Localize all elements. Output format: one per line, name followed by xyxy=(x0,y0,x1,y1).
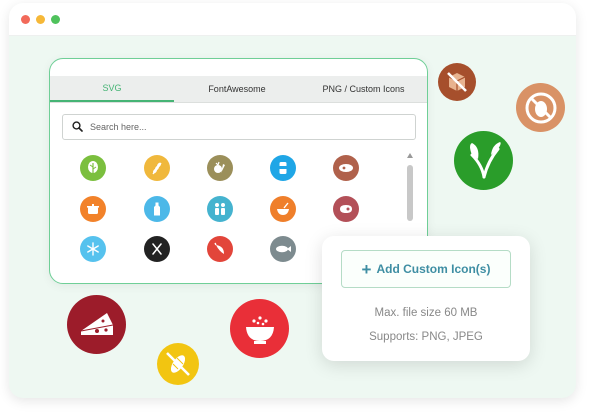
bowl-icon[interactable] xyxy=(270,196,296,222)
noodle-bowl-icon xyxy=(230,299,289,358)
ham-icon[interactable] xyxy=(333,155,359,181)
milk-bottle-icon[interactable] xyxy=(144,196,170,222)
scrollbar-thumb[interactable] xyxy=(407,165,413,221)
close-window-button[interactable] xyxy=(21,15,30,24)
add-custom-icon-button[interactable]: + Add Custom Icon(s) xyxy=(341,250,511,288)
pot-icon[interactable] xyxy=(80,196,106,222)
cutlery-icon[interactable] xyxy=(144,236,170,262)
vegan-leaf-icon xyxy=(454,131,513,190)
minimize-window-button[interactable] xyxy=(36,15,45,24)
vegetables-icon[interactable] xyxy=(207,155,233,181)
lettuce-icon[interactable] xyxy=(80,155,106,181)
tab-png-custom-icons[interactable]: PNG / Custom Icons xyxy=(300,76,427,102)
drink-can-icon[interactable] xyxy=(270,155,296,181)
search-icon xyxy=(72,121,83,132)
scroll-up-arrow-icon[interactable] xyxy=(407,153,413,158)
maximize-window-button[interactable] xyxy=(51,15,60,24)
plus-icon: + xyxy=(361,259,372,279)
no-corn-icon xyxy=(157,343,199,385)
icon-source-tabs: SVG FontAwesome PNG / Custom Icons xyxy=(50,76,427,103)
supported-formats-note: Supports: PNG, JPEG xyxy=(369,331,483,343)
fish-icon[interactable] xyxy=(270,236,296,262)
add-custom-icon-label: Add Custom Icon(s) xyxy=(376,262,491,276)
meat-icon[interactable] xyxy=(333,196,359,222)
icon-search-box xyxy=(62,114,416,140)
search-input[interactable] xyxy=(88,117,402,137)
window-titlebar xyxy=(9,3,576,36)
no-egg-icon xyxy=(516,83,565,132)
tab-fontawesome[interactable]: FontAwesome xyxy=(174,76,300,102)
max-file-size-note: Max. file size 60 MB xyxy=(374,307,478,319)
family-icon[interactable] xyxy=(207,196,233,222)
cheese-icon xyxy=(67,295,126,354)
snowflake-icon[interactable] xyxy=(80,236,106,262)
wheat-icon[interactable] xyxy=(144,155,170,181)
custom-icon-upload-card: + Add Custom Icon(s) Max. file size 60 M… xyxy=(322,236,530,361)
tab-svg[interactable]: SVG xyxy=(50,76,174,102)
no-package-icon xyxy=(438,63,476,101)
chili-icon[interactable] xyxy=(207,236,233,262)
